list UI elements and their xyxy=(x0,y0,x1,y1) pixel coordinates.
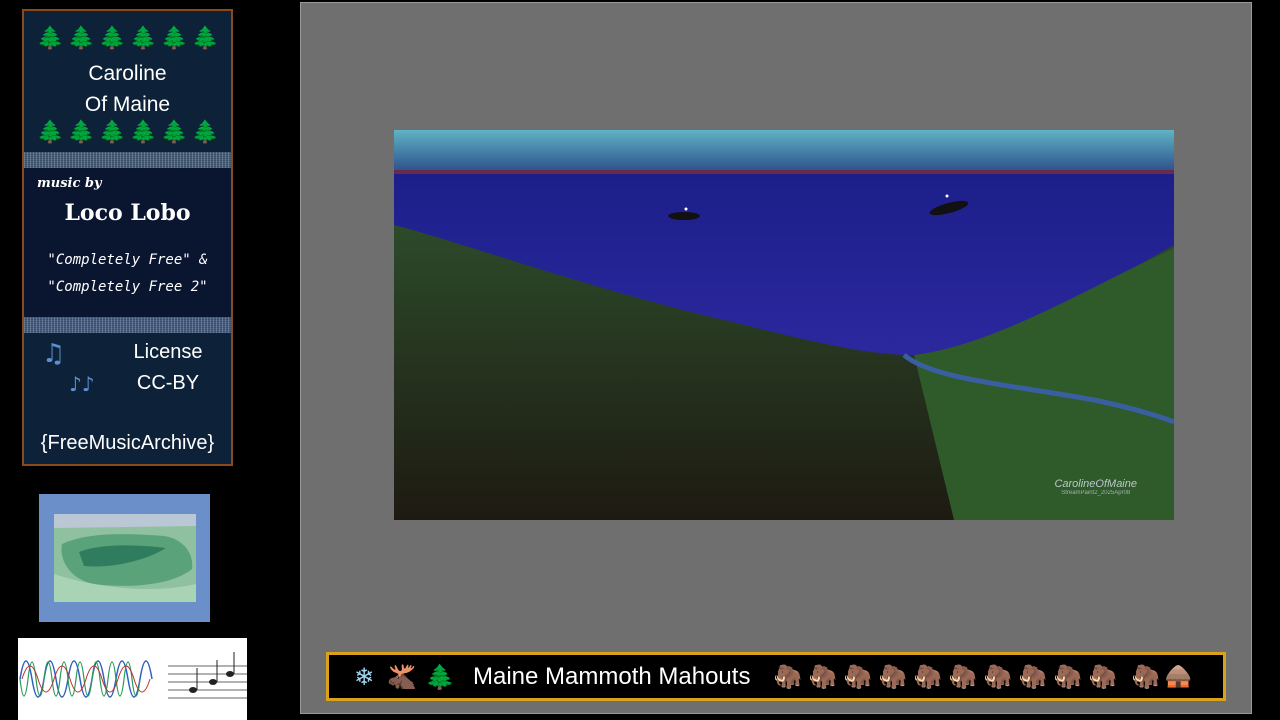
snowflake-icon: ❄ xyxy=(353,662,375,691)
license-label: License xyxy=(133,341,203,363)
pine-tree-icon: 🌲 xyxy=(98,120,126,145)
lake-painting: CarolineOfMaine StreamPaint2_2025Apr08 xyxy=(394,130,1175,520)
mammoth-icon: 🦣 xyxy=(878,664,908,690)
pine-tree-icon: 🌲 xyxy=(36,26,64,51)
pine-tree-icon: 🌲 xyxy=(129,26,157,51)
video-stage: CarolineOfMaine StreamPaint2_2025Apr08 ❄… xyxy=(300,2,1252,714)
mammoth-icon: 🦣 xyxy=(1018,664,1048,690)
watermark-id: StreamPaint2_2025Apr08 xyxy=(1061,490,1131,496)
bottom-banner: ❄ 🫎 🌲 Maine Mammoth Mahouts 🦣 🦣 🦣 🦣 🦣 🦣 … xyxy=(326,652,1226,701)
pine-tree-icon: 🌲 xyxy=(191,120,219,145)
artist-watermark: CarolineOfMaine StreamPaint2_2025Apr08 xyxy=(1054,478,1137,496)
pine-tree-icon: 🌲 xyxy=(129,120,157,145)
music-source: {FreeMusicArchive} xyxy=(40,432,215,454)
watermark-name: CarolineOfMaine xyxy=(1054,478,1137,490)
album-line2: "Completely Free 2" xyxy=(47,279,208,295)
mammoth-row: 🦣 🦣 🦣 🦣 🦣 🦣 🦣 🦣 🦣 🦣 🦣 xyxy=(770,663,1163,690)
album-line1: "Completely Free" & xyxy=(47,252,208,268)
pine-tree-icon: 🌲 xyxy=(160,26,188,51)
music-notes-icon: ♪♪ xyxy=(69,372,95,396)
pine-tree-icon: 🌲 xyxy=(36,120,64,145)
mammoth-icon: 🦣 xyxy=(983,664,1013,690)
mammoth-icon: 🦣 xyxy=(808,664,838,690)
channel-title-line2: Of Maine xyxy=(84,93,171,116)
banner-title: Maine Mammoth Mahouts xyxy=(473,662,751,690)
music-by-label: music by xyxy=(37,176,102,191)
noise-divider xyxy=(24,317,231,333)
music-credit-box: music by Loco Lobo "Completely Free" & "… xyxy=(24,168,231,317)
painting-thumbnail-frame xyxy=(39,494,210,622)
pine-tree-icon: 🌲 xyxy=(98,26,126,51)
trees-row-top: 🌲 🌲 🌲 🌲 🌲 🌲 xyxy=(24,25,231,53)
trees-row-bottom: 🌲 🌲 🌲 🌲 🌲 🌲 xyxy=(24,119,231,147)
pine-tree-icon: 🌲 xyxy=(191,26,219,51)
moose-icon: 🫎 xyxy=(387,662,417,691)
mammoth-icon: 🦣 xyxy=(843,664,873,690)
mammoth-icon: 🦣 xyxy=(948,664,978,690)
mammoth-icon: 🦣 xyxy=(913,664,943,690)
mammoth-icon: 🦣 xyxy=(1088,664,1118,690)
mammoth-icon: 🦣 xyxy=(1131,664,1161,690)
mammoth-icon: 🦣 xyxy=(773,664,803,690)
channel-title-line1: Caroline xyxy=(88,62,167,85)
waveform-logo xyxy=(18,638,247,720)
noise-divider xyxy=(24,152,231,168)
pine-tree-icon: 🌲 xyxy=(67,26,95,51)
info-panel: 🌲 🌲 🌲 🌲 🌲 🌲 Caroline Of Maine 🌲 🌲 🌲 🌲 🌲 … xyxy=(22,9,233,466)
hut-icon: 🛖 xyxy=(1164,664,1193,689)
music-note-icon: ♫ xyxy=(42,339,66,369)
license-value: CC-BY xyxy=(136,372,200,394)
mammoth-icon: 🦣 xyxy=(1053,664,1083,690)
pine-tree-icon: 🌲 xyxy=(425,662,455,691)
lake-painting-art xyxy=(394,130,1175,520)
painting-thumbnail xyxy=(54,514,196,602)
pine-tree-icon: 🌲 xyxy=(160,120,188,145)
pine-tree-icon: 🌲 xyxy=(67,120,95,145)
artist-name: Loco Lobo xyxy=(64,200,191,226)
